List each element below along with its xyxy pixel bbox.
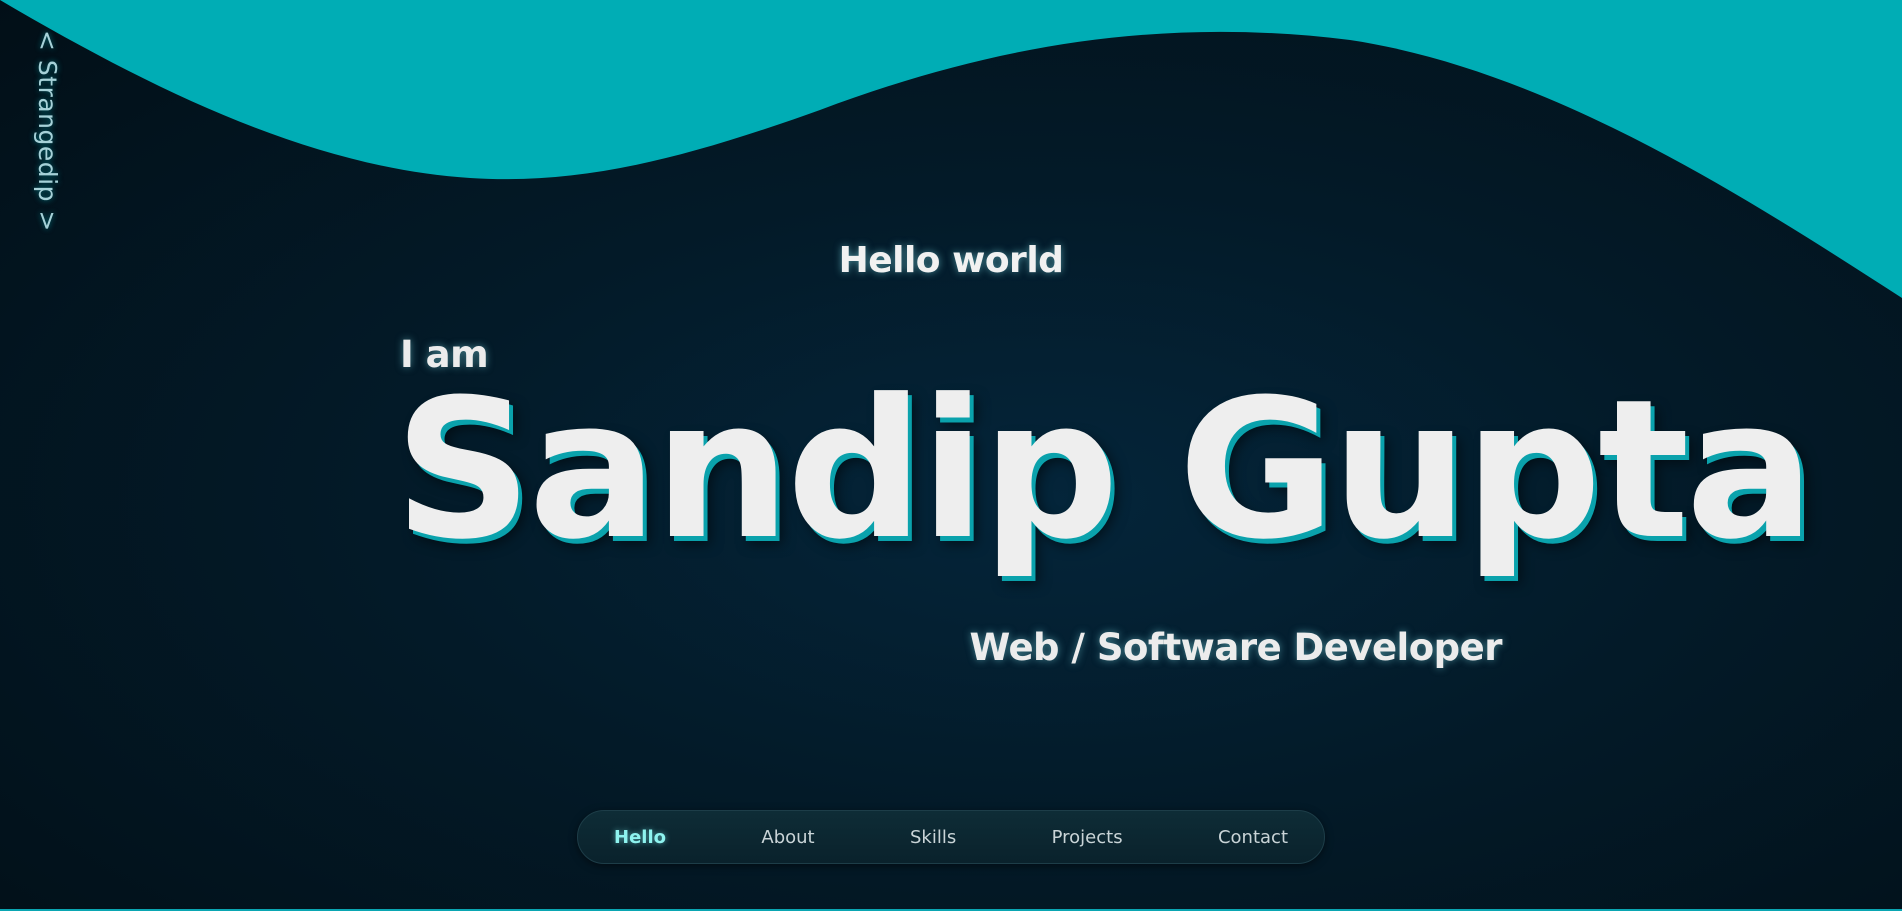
nav-item-skills[interactable]: Skills xyxy=(910,827,956,848)
bottom-navigation: Hello About Skills Projects Contact xyxy=(577,810,1325,864)
hero-role: Web / Software Developer xyxy=(969,626,1502,669)
nav-item-hello[interactable]: Hello xyxy=(614,827,666,848)
nav-item-about[interactable]: About xyxy=(761,827,814,848)
hero-greeting: Hello world xyxy=(838,240,1064,281)
nav-item-projects[interactable]: Projects xyxy=(1052,827,1123,848)
brand-logo-link[interactable]: < Strangedip > xyxy=(33,30,62,232)
hero-name: Sandip Gupta xyxy=(394,359,1815,582)
nav-item-contact[interactable]: Contact xyxy=(1218,827,1288,848)
